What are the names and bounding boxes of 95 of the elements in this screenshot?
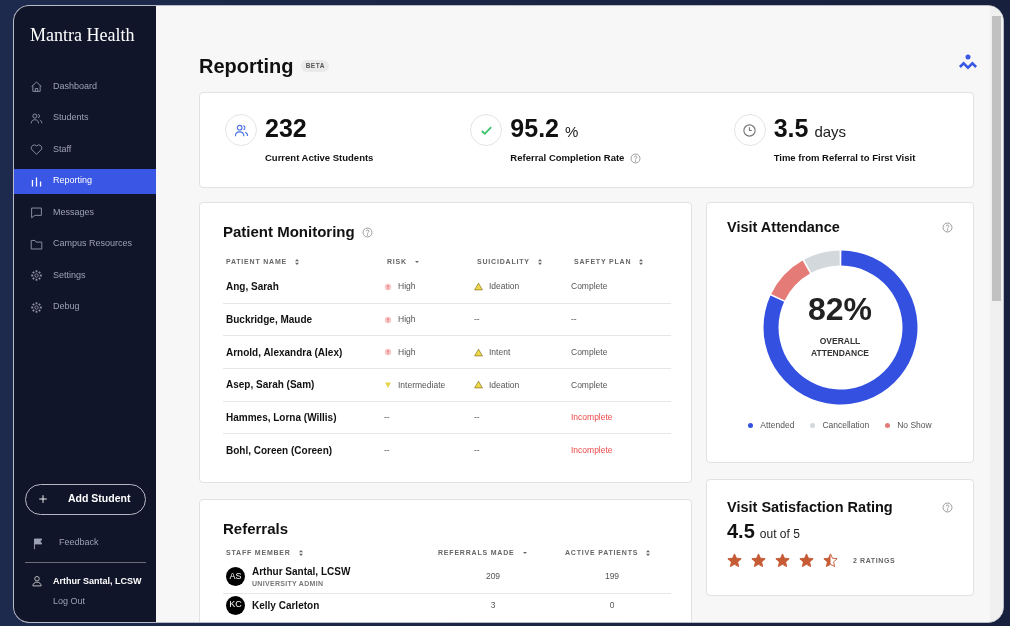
stat-value: 95.2 [510,114,559,143]
stat-value: 232 [265,114,307,143]
plus-icon [38,494,48,504]
stat-unit: % [565,123,579,141]
person-waves-icon [958,52,978,72]
avatar-initials: AS [226,567,245,586]
attendance-caption: OVERALL ATTENDANCE [810,334,870,360]
page-title: Reporting [199,54,294,78]
risk-level: High [398,345,416,359]
nav-item[interactable]: Staff [14,137,156,162]
flag-icon [32,536,45,550]
suicidality-status: -- [474,313,480,326]
card-title: Visit Satisfaction Rating [727,499,893,517]
card-title: Visit Attendance [727,219,840,237]
bar-chart-icon [30,174,43,188]
suicidality-status: Ideation [489,280,520,294]
active-patients-count: 0 [608,598,616,612]
safety-plan-status: Complete [571,280,608,294]
suicidality-status: -- [474,411,480,424]
stat-label: Referral Completion Rate [510,151,625,166]
nav-item[interactable]: Campus Resources [14,231,156,257]
risk-level: High [398,280,416,294]
triangle-down-icon [384,380,392,389]
star-icon [775,553,790,569]
star-icon [727,553,742,569]
gear-icon [30,300,43,314]
safety-plan-status: Incomplete [571,411,613,424]
rating-value: 4.5 [727,520,755,543]
nav-item[interactable]: Settings [14,263,156,288]
log-out-link[interactable]: Log Out [53,594,142,608]
stat-label: Current Active Students [265,151,374,166]
gear-icon [30,269,43,282]
legend-label: Cancellation [822,419,870,433]
half-star-icon [823,553,838,569]
home-icon [30,80,43,93]
patient-name: Buckridge, Maude [225,313,314,328]
card-title: Referrals [223,520,290,538]
logo: Mantra Health [29,24,136,47]
feedback-link[interactable]: Feedback [14,530,156,556]
alert-icon [384,282,392,291]
warning-icon [474,380,483,390]
referrals-count: 209 [484,570,502,583]
legend-label: Attended [760,419,795,433]
risk-level: -- [384,411,390,424]
patient-name: Bohl, Coreen (Coreen) [225,444,334,459]
safety-plan-status: Complete [571,345,608,359]
help-icon[interactable] [942,502,953,514]
staff-name: Arthur Santal, LCSW [252,564,351,579]
nav-item[interactable]: Messages [14,200,156,225]
nav-item[interactable]: Debug [14,294,156,320]
folder-icon [30,237,43,251]
risk-level: Intermediate [398,378,446,392]
stat-value: 3.5 [773,114,809,143]
nav-item[interactable]: Students [14,105,156,131]
patient-name: Ang, Sarah [225,280,280,295]
risk-level: -- [384,444,390,458]
stat-unit: days [814,123,847,141]
attendance-percentage: 82% [807,292,872,325]
clock-icon [742,122,758,138]
card-title: Patient Monitoring [223,223,355,241]
staff-name: Kelly Carleton [252,598,320,613]
suicidality-status: Intent [489,345,511,359]
user-icon [31,575,43,587]
star-icon [751,553,766,569]
chat-icon [30,206,43,219]
warning-icon [474,347,483,357]
warning-icon [474,282,483,292]
patient-name: Asep, Sarah (Sam) [225,378,316,393]
patient-name: Arnold, Alexandra (Alex) [225,345,344,360]
avatar-initials: KC [226,595,245,615]
safety-plan-status: -- [571,313,577,326]
referrals-count: 3 [489,598,497,612]
help-icon[interactable] [361,226,373,238]
nav-item[interactable]: Dashboard [14,74,156,99]
rating-scale: out of 5 [759,527,800,542]
safety-plan-status: Incomplete [571,444,613,458]
safety-plan-status: Complete [571,378,608,392]
legend-label: No Show [897,419,932,433]
star-icon [799,553,814,569]
people-icon [233,122,249,138]
heart-icon [30,143,43,156]
patient-name: Hammes, Lorna (Willis) [225,411,338,426]
alert-icon [384,315,392,324]
help-icon[interactable] [942,222,953,234]
risk-level: High [398,313,416,326]
people-icon [30,111,43,125]
active-patients-count: 199 [603,570,621,583]
user-name: Arthur Santal, LCSW [53,575,142,588]
help-icon[interactable] [630,153,642,164]
suicidality-status: -- [474,444,480,458]
nav-item[interactable]: Reporting [14,168,156,194]
stat-label: Time from Referral to First Visit [773,151,916,166]
alert-icon [384,348,392,357]
suicidality-status: Ideation [489,378,520,392]
scrollbar[interactable] [990,6,1003,622]
